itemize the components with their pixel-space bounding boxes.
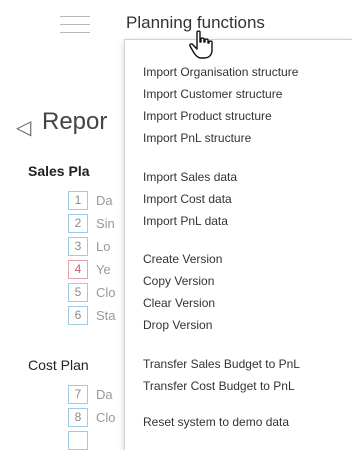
sales-step-4[interactable]: 4 Ye xyxy=(68,259,111,279)
page-title: Repor xyxy=(42,108,108,135)
step-label: Sta xyxy=(96,307,116,323)
step-number: 6 xyxy=(68,305,88,325)
menu-item-transfer-cost-budget[interactable]: Transfer Cost Budget to PnL xyxy=(143,379,295,393)
step-label: Da xyxy=(96,192,113,208)
step-label: Clo xyxy=(96,409,116,425)
planning-functions-dropdown: Import Organisation structure Import Cus… xyxy=(124,39,352,450)
hand-pointer-icon xyxy=(189,30,213,59)
menu-item-import-customer-structure[interactable]: Import Customer structure xyxy=(143,87,282,101)
menu-item-copy-version[interactable]: Copy Version xyxy=(143,274,214,288)
menu-item-import-organisation-structure[interactable]: Import Organisation structure xyxy=(143,65,298,79)
step-number xyxy=(68,430,88,450)
step-number: 4 xyxy=(68,259,88,279)
sales-step-1[interactable]: 1 Da xyxy=(68,190,113,210)
step-number: 5 xyxy=(68,282,88,302)
menu-item-import-sales-data[interactable]: Import Sales data xyxy=(143,170,237,184)
step-label: Sin xyxy=(96,215,115,231)
hamburger-line xyxy=(60,24,90,25)
step-label: Lo xyxy=(96,238,111,254)
step-label: Ye xyxy=(96,261,111,277)
cost-planning-group-label: Cost Plan xyxy=(28,357,89,373)
hamburger-line xyxy=(60,16,90,17)
sales-step-2[interactable]: 2 Sin xyxy=(68,213,115,233)
step-label: Clo xyxy=(96,284,116,300)
menu-item-create-version[interactable]: Create Version xyxy=(143,252,222,266)
menu-item-import-pnl-data[interactable]: Import PnL data xyxy=(143,214,228,228)
sales-step-5[interactable]: 5 Clo xyxy=(68,282,116,302)
step-number: 8 xyxy=(68,407,88,427)
sales-step-3[interactable]: 3 Lo xyxy=(68,236,110,256)
step-label: Da xyxy=(96,386,113,402)
cost-step-partial[interactable] xyxy=(68,430,88,450)
sales-planning-group-label: Sales Pla xyxy=(28,163,90,179)
cost-step-7[interactable]: 7 Da xyxy=(68,384,113,404)
menu-item-transfer-sales-budget[interactable]: Transfer Sales Budget to PnL xyxy=(143,357,300,371)
menu-item-import-product-structure[interactable]: Import Product structure xyxy=(143,109,272,123)
menu-item-reset-system[interactable]: Reset system to demo data xyxy=(143,415,289,429)
sales-step-6[interactable]: 6 Sta xyxy=(68,305,116,325)
step-number: 2 xyxy=(68,213,88,233)
menu-item-import-pnl-structure[interactable]: Import PnL structure xyxy=(143,131,251,145)
hamburger-line xyxy=(60,32,90,33)
cost-step-8[interactable]: 8 Clo xyxy=(68,407,116,427)
menu-item-import-cost-data[interactable]: Import Cost data xyxy=(143,192,232,206)
menu-item-drop-version[interactable]: Drop Version xyxy=(143,318,212,332)
step-number: 1 xyxy=(68,190,88,210)
menu-item-clear-version[interactable]: Clear Version xyxy=(143,296,215,310)
hamburger-icon[interactable] xyxy=(60,14,90,36)
chevron-left-icon[interactable]: ◁ xyxy=(16,115,31,140)
step-number: 7 xyxy=(68,384,88,404)
step-number: 3 xyxy=(68,236,88,256)
